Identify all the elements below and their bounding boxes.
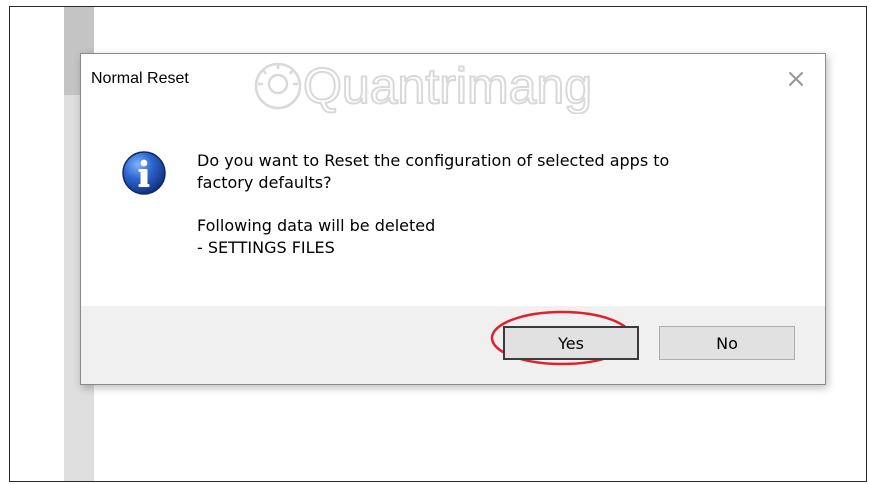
normal-reset-dialog: Normal Reset Quantrimang × Do you want t… <box>80 53 826 385</box>
info-icon <box>122 151 166 195</box>
yes-button[interactable]: Yes <box>503 326 639 360</box>
watermark-logo: Quantrimang <box>254 57 593 114</box>
message-line: Following data will be deleted <box>197 216 436 235</box>
close-icon[interactable]: × <box>781 64 811 94</box>
message-line: factory defaults? <box>197 173 332 192</box>
no-button[interactable]: No <box>659 326 795 360</box>
dialog-title: Normal Reset <box>91 70 189 87</box>
dialog-message: Do you want to Reset the configuration o… <box>197 150 757 259</box>
watermark-text: Quantrimang <box>303 58 592 114</box>
dialog-button-bar: Yes No <box>81 306 825 384</box>
message-line: Do you want to Reset the configuration o… <box>197 151 670 170</box>
message-line: - SETTINGS FILES <box>197 238 335 257</box>
